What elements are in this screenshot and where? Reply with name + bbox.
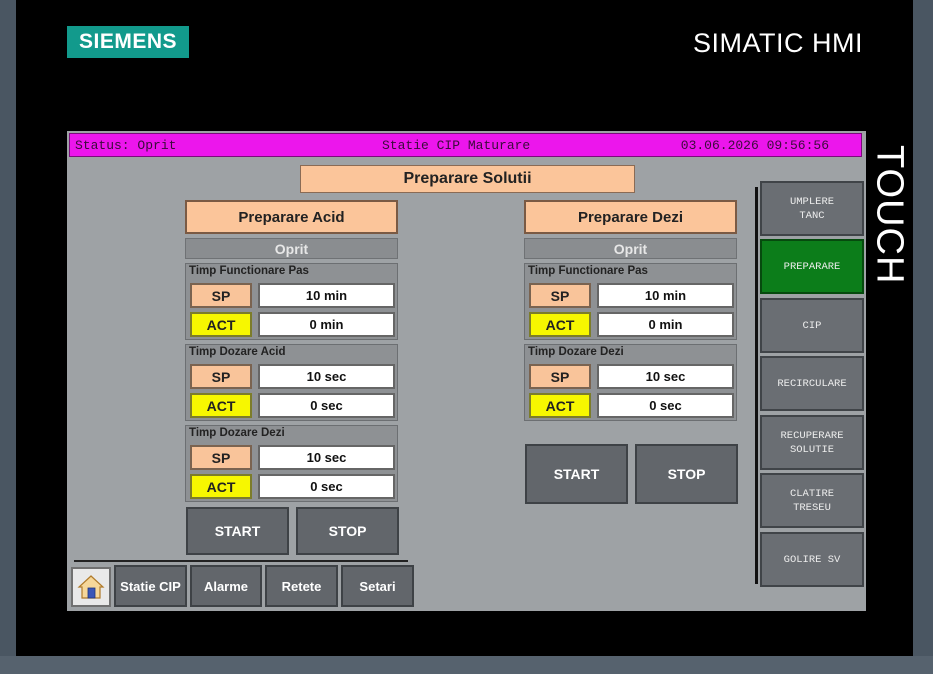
nav-retete-button[interactable]: Retete (265, 565, 338, 607)
dezi-start-button[interactable]: START (525, 444, 628, 504)
act-value-field: 0 sec (258, 393, 395, 418)
sp-tag: SP (190, 283, 252, 308)
dezi-state: Oprit (524, 238, 737, 259)
home-icon (77, 575, 105, 599)
page-title: Preparare Solutii (300, 165, 635, 193)
sp-tag: SP (190, 364, 252, 389)
home-button[interactable] (71, 567, 111, 607)
sp-tag: SP (529, 283, 591, 308)
act-tag: ACT (529, 393, 591, 418)
menu-clatire-treseu-button[interactable]: CLATIRE TRESEU (760, 473, 864, 528)
station-title: Statie CIP Maturare (382, 138, 531, 153)
status-bar: Status: Oprit Statie CIP Maturare 03.06.… (69, 133, 862, 157)
sp-tag: SP (529, 364, 591, 389)
dezi-panel-title: Preparare Dezi (524, 200, 737, 234)
menu-recuperare-solutie-button[interactable]: RECUPERARE SOLUTIE (760, 415, 864, 470)
date-time: 03.06.2026 09:56:56 (680, 138, 829, 153)
act-tag: ACT (190, 312, 252, 337)
menu-cip-button[interactable]: CIP (760, 298, 864, 353)
sp-value-field[interactable]: 10 min (258, 283, 395, 308)
simatic-hmi-label: SIMATIC HMI (693, 28, 863, 58)
dezi-stop-button[interactable]: STOP (635, 444, 738, 504)
act-tag: ACT (190, 474, 252, 499)
acid-group-dozare-dezi: Timp Dozare Dezi SP 10 sec ACT 0 sec (185, 425, 398, 502)
acid-group-functionare: Timp Functionare Pas SP 10 min ACT 0 min (185, 263, 398, 340)
group-title: Timp Dozare Dezi (528, 346, 624, 358)
group-title: Timp Dozare Acid (189, 346, 286, 358)
menu-recirculare-button[interactable]: RECIRCULARE (760, 356, 864, 411)
act-value-field: 0 min (597, 312, 734, 337)
nav-setari-button[interactable]: Setari (341, 565, 414, 607)
bezel-bottom-edge (0, 656, 933, 674)
nav-alarme-button[interactable]: Alarme (190, 565, 262, 607)
menu-golire-sv-button[interactable]: GOLIRE SV (760, 532, 864, 587)
act-value-field: 0 min (258, 312, 395, 337)
group-title: Timp Functionare Pas (189, 265, 309, 277)
menu-preparare-button[interactable]: PREPARARE (760, 239, 864, 294)
sp-value-field[interactable]: 10 sec (258, 445, 395, 470)
acid-group-dozare-acid: Timp Dozare Acid SP 10 sec ACT 0 sec (185, 344, 398, 421)
menu-umplere-tanc-button[interactable]: UMPLERE TANC (760, 181, 864, 236)
act-tag: ACT (529, 312, 591, 337)
dezi-group-functionare: Timp Functionare Pas SP 10 min ACT 0 min (524, 263, 737, 340)
sp-tag: SP (190, 445, 252, 470)
group-title: Timp Functionare Pas (528, 265, 648, 277)
act-value-field: 0 sec (258, 474, 395, 499)
acid-start-button[interactable]: START (186, 507, 289, 555)
acid-stop-button[interactable]: STOP (296, 507, 399, 555)
touch-label: TOUCH (868, 144, 911, 285)
nav-statie-cip-button[interactable]: Statie CIP (114, 565, 187, 607)
bottom-nav-divider (74, 560, 408, 562)
act-value-field: 0 sec (597, 393, 734, 418)
siemens-logo: SIEMENS (67, 26, 189, 58)
act-tag: ACT (190, 393, 252, 418)
hmi-screen: Status: Oprit Statie CIP Maturare 03.06.… (67, 131, 866, 611)
side-menu-divider (755, 187, 758, 584)
sp-value-field[interactable]: 10 min (597, 283, 734, 308)
sp-value-field[interactable]: 10 sec (597, 364, 734, 389)
status-text: Status: Oprit (75, 138, 177, 153)
acid-state: Oprit (185, 238, 398, 259)
dezi-group-dozare-dezi: Timp Dozare Dezi SP 10 sec ACT 0 sec (524, 344, 737, 421)
group-title: Timp Dozare Dezi (189, 427, 285, 439)
acid-panel-title: Preparare Acid (185, 200, 398, 234)
sp-value-field[interactable]: 10 sec (258, 364, 395, 389)
